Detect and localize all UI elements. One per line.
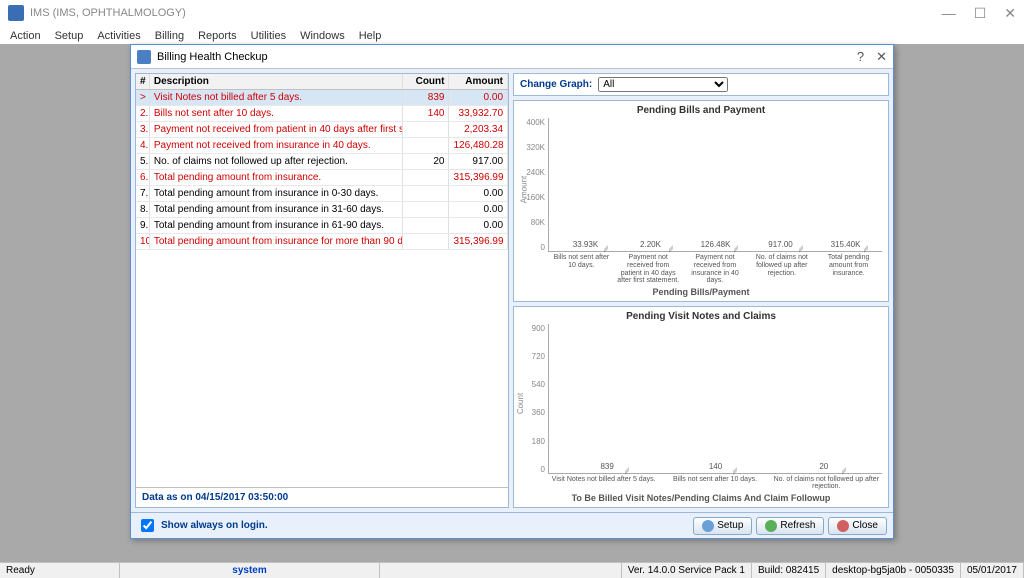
refresh-button[interactable]: Refresh [756,517,824,535]
table-row[interactable]: 4.Payment not received from insurance in… [136,138,508,154]
data-as-on-label: Data as on 04/15/2017 03:50:00 [136,487,508,507]
table-row[interactable]: 10.Total pending amount from insurance f… [136,234,508,250]
menu-reports[interactable]: Reports [198,30,237,42]
status-system: system [120,563,380,578]
status-version: Ver. 14.0.0 Service Pack 1 [622,563,752,578]
change-graph-bar: Change Graph: All [513,73,889,96]
statusbar: Ready system Ver. 14.0.0 Service Pack 1 … [0,562,1024,578]
dialog-titlebar: Billing Health Checkup ? ✕ [131,45,893,69]
change-graph-select[interactable]: All [598,77,728,92]
grid-pane: # Description Count Amount >Visit Notes … [135,73,509,508]
status-date: 05/01/2017 [961,563,1024,578]
workspace: Billing Health Checkup ? ✕ # Description… [0,44,1024,562]
table-row[interactable]: 2.Bills not sent after 10 days.14033,932… [136,106,508,122]
table-body: >Visit Notes not billed after 5 days.839… [136,90,508,487]
chart-pending-bills: Pending Bills and PaymentAmount400K320K2… [513,100,889,302]
table-header: # Description Count Amount [136,74,508,90]
change-graph-label: Change Graph: [520,79,592,90]
setup-button[interactable]: Setup [693,517,752,535]
help-button[interactable]: ? [857,49,864,65]
window-title: IMS (IMS, OPHTHALMOLOGY) [30,7,186,19]
table-row[interactable]: 5.No. of claims not followed up after re… [136,154,508,170]
col-count[interactable]: Count [403,74,450,89]
table-row[interactable]: 3.Payment not received from patient in 4… [136,122,508,138]
menu-help[interactable]: Help [359,30,382,42]
close-window-button[interactable]: ✕ [1004,5,1016,22]
menu-windows[interactable]: Windows [300,30,345,42]
status-ready: Ready [0,563,120,578]
billing-health-checkup-dialog: Billing Health Checkup ? ✕ # Description… [130,44,894,539]
table-row[interactable]: 9.Total pending amount from insurance in… [136,218,508,234]
chart-pending-visits: Pending Visit Notes and ClaimsCount90072… [513,306,889,508]
close-button[interactable]: Close [828,517,887,535]
col-description[interactable]: Description [150,74,403,89]
maximize-button[interactable]: ☐ [974,5,987,22]
dialog-icon [137,50,151,64]
table-row[interactable]: 7.Total pending amount from insurance in… [136,186,508,202]
show-always-checkbox[interactable]: Show always on login. [137,516,268,535]
col-amount[interactable]: Amount [449,74,508,89]
menu-activities[interactable]: Activities [97,30,140,42]
dialog-footer: Show always on login. Setup Refresh Clos… [131,512,893,538]
menu-setup[interactable]: Setup [55,30,84,42]
status-desktop: desktop-bg5ja0b - 0050335 [826,563,961,578]
table-row[interactable]: 8.Total pending amount from insurance in… [136,202,508,218]
menu-action[interactable]: Action [10,30,41,42]
chart-pane: Change Graph: All Pending Bills and Paym… [513,73,889,508]
table-row[interactable]: >Visit Notes not billed after 5 days.839… [136,90,508,106]
close-dialog-button[interactable]: ✕ [876,49,887,65]
minimize-button[interactable]: — [942,5,956,22]
titlebar: IMS (IMS, OPHTHALMOLOGY) — ☐ ✕ [0,0,1024,26]
status-build: Build: 082415 [752,563,826,578]
app-logo-icon [8,5,24,21]
menubar: Action Setup Activities Billing Reports Utili… [0,26,1024,46]
menu-billing[interactable]: Billing [155,30,184,42]
dialog-title: Billing Health Checkup [157,51,857,63]
menu-utilities[interactable]: Utilities [251,30,286,42]
show-always-input[interactable] [141,519,154,532]
table-row[interactable]: 6.Total pending amount from insurance.31… [136,170,508,186]
